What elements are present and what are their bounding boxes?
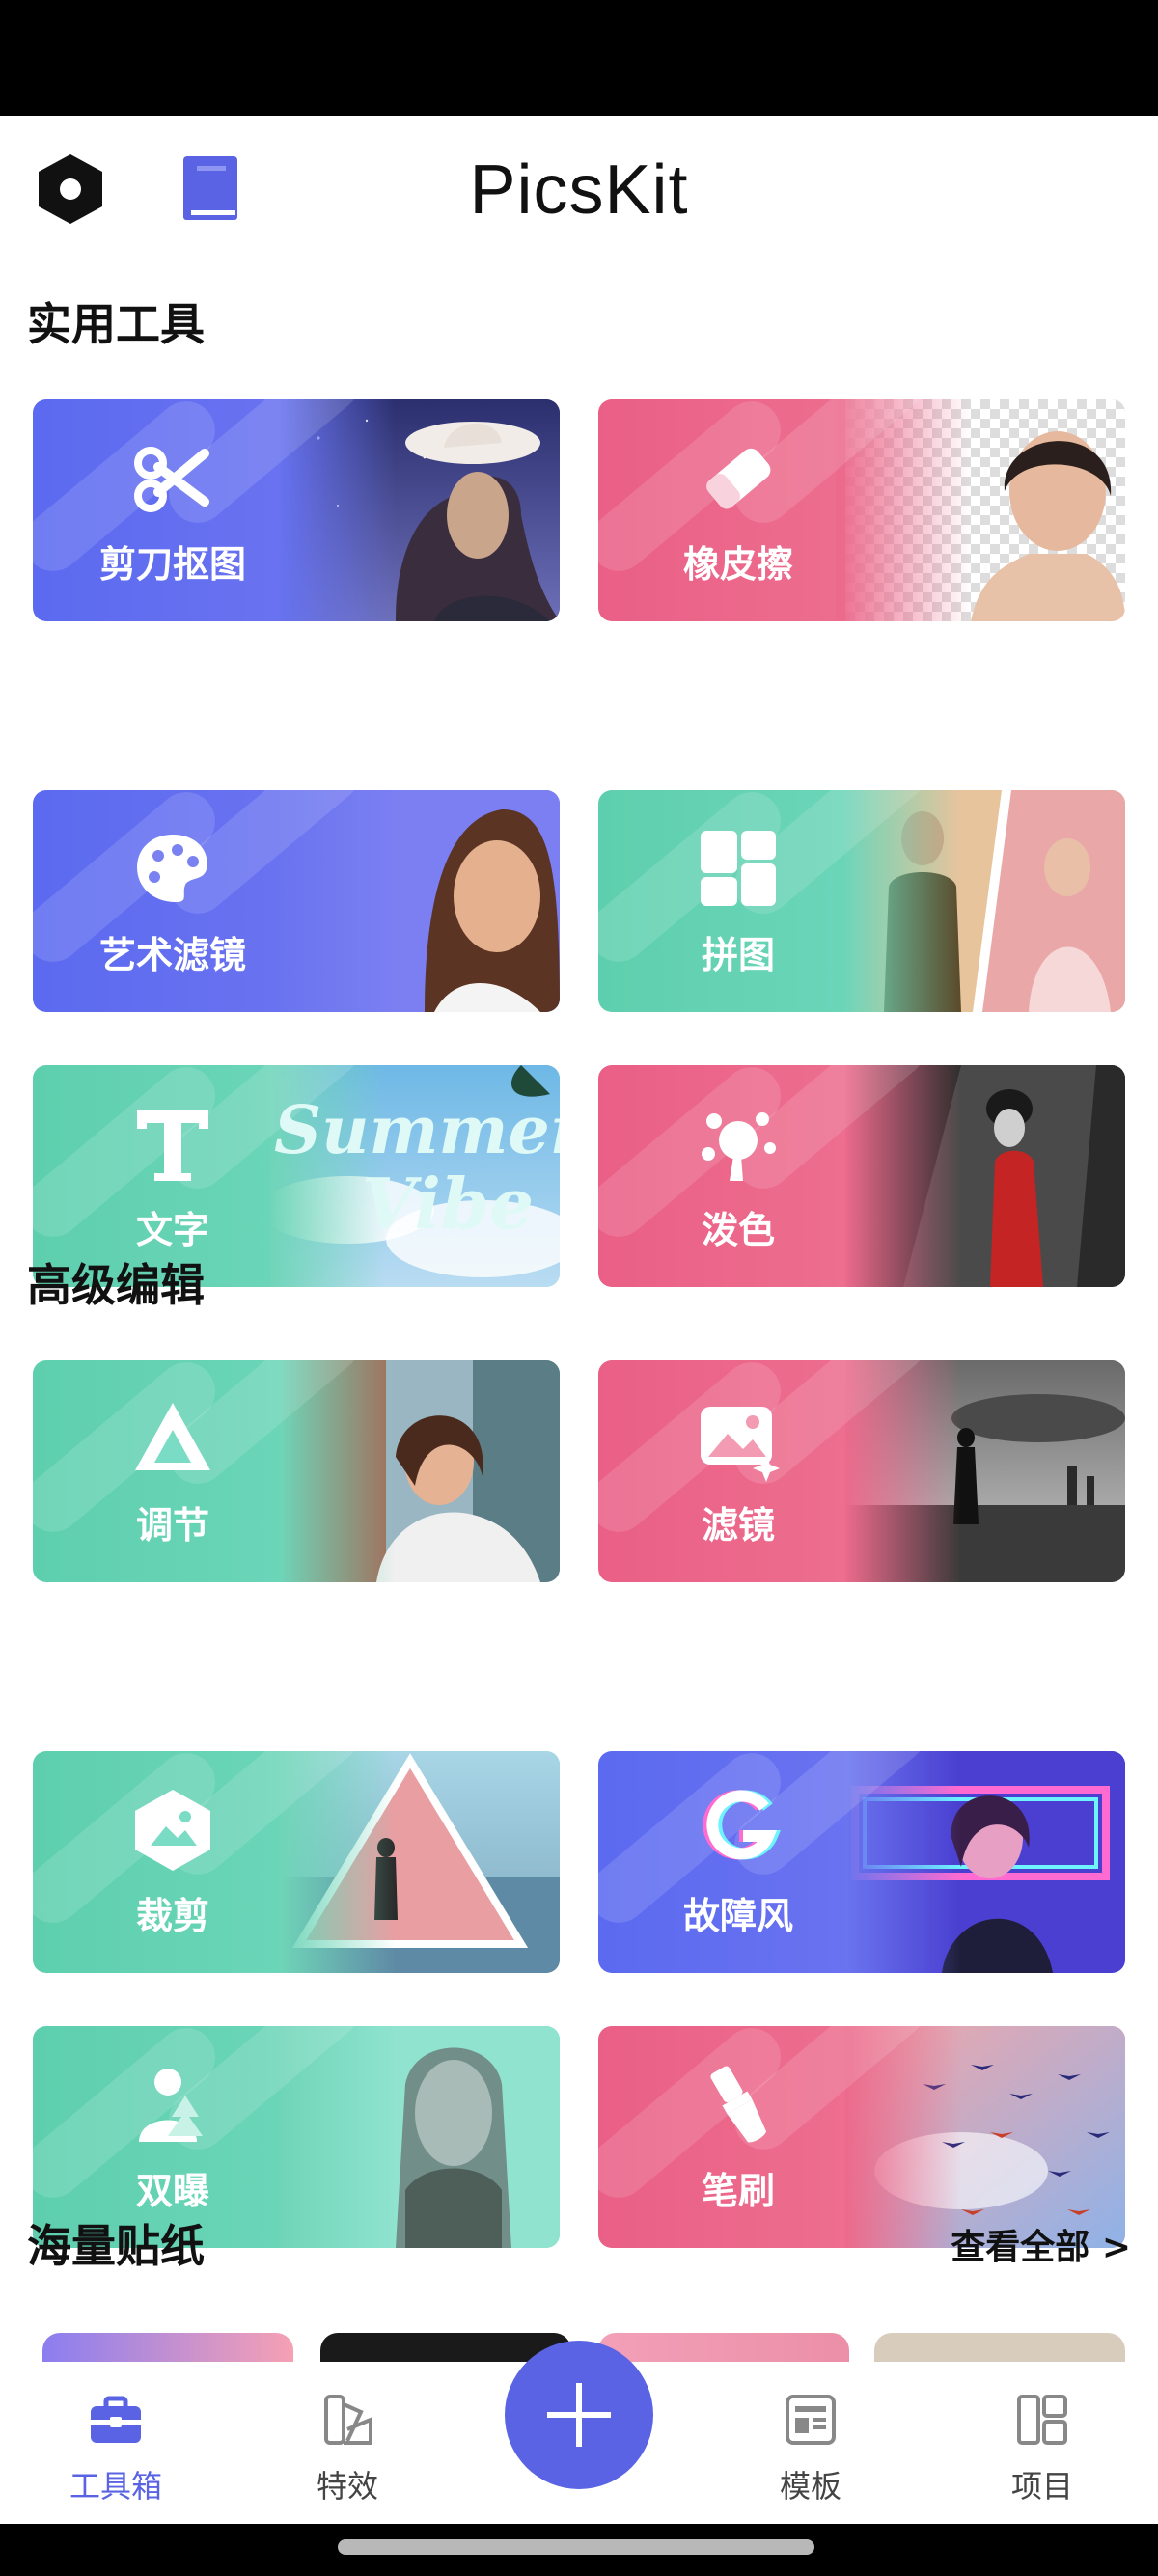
projects-icon xyxy=(1013,2391,1071,2449)
tool-label: 调节 xyxy=(135,1504,209,1547)
scissors-icon xyxy=(129,434,216,521)
tab-label: 特效 xyxy=(316,2468,378,2505)
palette-icon xyxy=(129,825,216,912)
tool-label: 泼色 xyxy=(701,1209,775,1251)
tool-card-crop[interactable]: 裁剪 xyxy=(33,1751,560,1973)
tool-card-adjust[interactable]: 调节 xyxy=(33,1360,560,1582)
tool-card-filter[interactable]: 滤镜 xyxy=(598,1360,1125,1582)
adjust-icon xyxy=(129,1395,216,1482)
system-nav-bar xyxy=(0,2524,1158,2576)
summer-vibe-art-text: Summer Vibe xyxy=(274,1092,560,1245)
tool-card-splash[interactable]: 泼色 xyxy=(598,1065,1125,1287)
tool-label: 橡皮擦 xyxy=(682,543,793,586)
crop-icon xyxy=(129,1786,216,1873)
plus-icon xyxy=(547,2383,611,2447)
filter-icon xyxy=(695,1395,782,1482)
tool-label: 笔刷 xyxy=(701,2170,775,2212)
home-indicator[interactable] xyxy=(338,2539,814,2555)
tool-label: 艺术滤镜 xyxy=(98,934,246,976)
tool-card-cutout[interactable]: 剪刀抠图 xyxy=(33,399,560,621)
toolbox-icon xyxy=(87,2391,145,2449)
effects-icon xyxy=(318,2391,376,2449)
tool-label: 双曝 xyxy=(135,2170,209,2212)
tool-label: 文字 xyxy=(135,1209,209,1251)
status-bar xyxy=(0,0,1158,116)
tool-card-eraser[interactable]: 橡皮擦 xyxy=(598,399,1125,621)
collage-icon xyxy=(695,825,782,912)
text-icon xyxy=(129,1100,216,1187)
tab-label: 项目 xyxy=(1010,2468,1073,2505)
see-all-stickers-link[interactable]: 查看全部 > xyxy=(951,2219,1131,2269)
tool-label: 滤镜 xyxy=(701,1504,775,1547)
section-title-stickers: 海量贴纸 xyxy=(27,2220,205,2272)
tool-card-brush[interactable]: 笔刷 xyxy=(598,2026,1125,2248)
section-title-practical: 实用工具 xyxy=(27,298,205,350)
tab-label: 模板 xyxy=(779,2468,841,2505)
double-exposure-icon xyxy=(129,2061,216,2148)
section-title-advanced: 高级编辑 xyxy=(27,1259,205,1311)
app-title: PicsKit xyxy=(469,151,689,229)
tool-card-glitch[interactable]: 故障风 xyxy=(598,1751,1125,1973)
tab-toolbox[interactable]: 工具箱 xyxy=(19,2362,212,2524)
add-project-button[interactable] xyxy=(505,2341,653,2489)
eraser-icon xyxy=(695,434,782,521)
tool-label: 裁剪 xyxy=(135,1895,209,1937)
app-screen: PicsKit 实用工具 剪刀抠图 橡皮擦 艺术滤镜 拼图 Summer Vib… xyxy=(0,116,1158,2524)
tab-templates[interactable]: 模板 xyxy=(714,2362,907,2524)
tool-card-collage[interactable]: 拼图 xyxy=(598,790,1125,1012)
tool-label: 剪刀抠图 xyxy=(98,543,246,586)
tool-label: 故障风 xyxy=(682,1895,793,1937)
header: PicsKit xyxy=(0,116,1158,260)
tab-projects[interactable]: 项目 xyxy=(946,2362,1139,2524)
splash-icon xyxy=(695,1100,782,1187)
tab-effects[interactable]: 特效 xyxy=(251,2362,444,2524)
brush-icon xyxy=(695,2061,782,2148)
tool-card-art-filter[interactable]: 艺术滤镜 xyxy=(33,790,560,1012)
tab-label: 工具箱 xyxy=(69,2468,162,2505)
templates-icon xyxy=(782,2391,840,2449)
glitch-icon xyxy=(695,1786,782,1873)
tool-label: 拼图 xyxy=(701,934,775,976)
